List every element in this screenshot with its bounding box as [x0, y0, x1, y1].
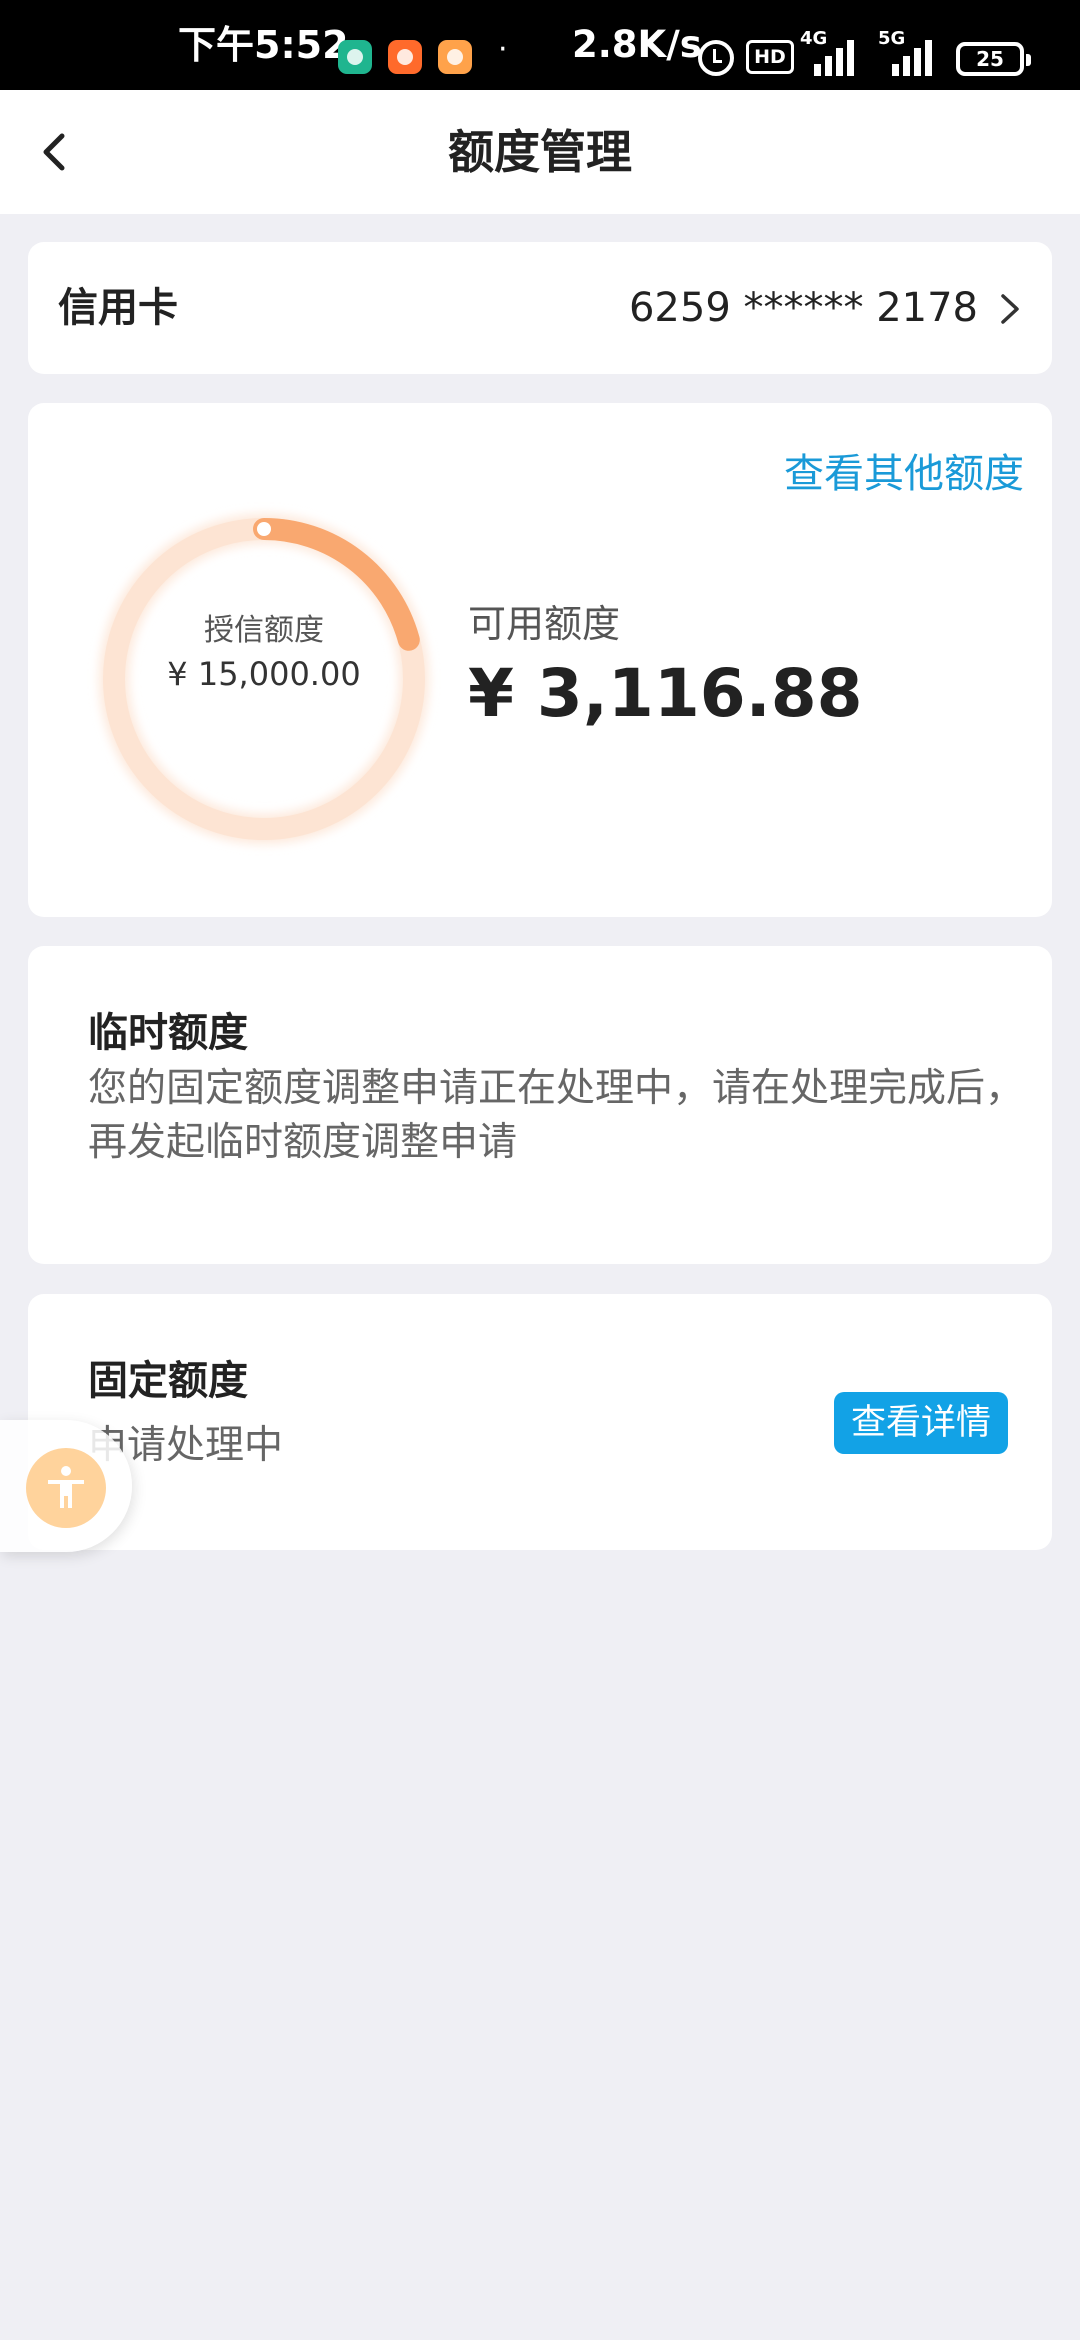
status-time: 下午5:52 — [178, 23, 349, 67]
battery-icon: 25 — [956, 42, 1031, 76]
credit-limit-label: 授信额度 — [204, 613, 324, 648]
fixed-limit-title: 固定额度 — [88, 1358, 248, 1404]
credit-card-label: 信用卡 — [58, 285, 178, 331]
app-notification-icon — [338, 40, 372, 74]
fixed-limit-card: 固定额度 申请处理中 查看详情 — [28, 1294, 1052, 1550]
header-bar: 额度管理 — [0, 90, 1080, 214]
available-limit-label: 可用额度 — [468, 602, 621, 646]
hd-icon: HD — [746, 40, 794, 74]
accessibility-icon — [48, 1466, 84, 1508]
credit-limit-value: ¥ 15,000.00 — [167, 655, 361, 693]
view-details-button[interactable]: 查看详情 — [834, 1392, 1008, 1454]
temporary-limit-title: 临时额度 — [88, 1010, 248, 1056]
ring-start-dot — [257, 522, 271, 536]
temporary-limit-description: 您的固定额度调整申请正在处理中，请在处理完成后，再发起临时额度调整申请 — [88, 1066, 1025, 1165]
temporary-limit-card: 临时额度 您的固定额度调整申请正在处理中，请在处理完成后，再发起临时额度调整申请 — [28, 946, 1052, 1264]
app-notification-icon-2 — [438, 40, 472, 74]
view-other-limits-link[interactable]: 查看其他额度 — [784, 441, 1024, 499]
card-number: 6259 ****** 2178 — [628, 285, 978, 331]
taobao-notification-icon — [388, 40, 422, 74]
alarm-icon — [698, 40, 734, 76]
network-speed: 2.8K/s — [572, 23, 702, 66]
more-notifications-dot: · — [498, 32, 508, 67]
signal-icon-2 — [892, 38, 942, 76]
chevron-right-icon — [1001, 294, 1019, 324]
signal-icon — [814, 38, 864, 76]
floating-accessibility-button[interactable] — [0, 1420, 132, 1552]
available-limit-value: ¥ 3,116.88 — [468, 655, 863, 732]
limit-overview-card: 查看其他额度 授信额度 ¥ 15,000.00 可用额度 ¥ 3,116.88 — [28, 403, 1052, 917]
credit-card-selector[interactable]: 信用卡 6259 ****** 2178 — [28, 242, 1052, 374]
page-title: 额度管理 — [448, 125, 632, 179]
back-arrow-icon[interactable] — [36, 132, 76, 172]
accessibility-icon-bg — [26, 1448, 106, 1528]
status-bar: 下午5:52 · 2.8K/s HD 4G 5G 25 — [0, 0, 1080, 90]
